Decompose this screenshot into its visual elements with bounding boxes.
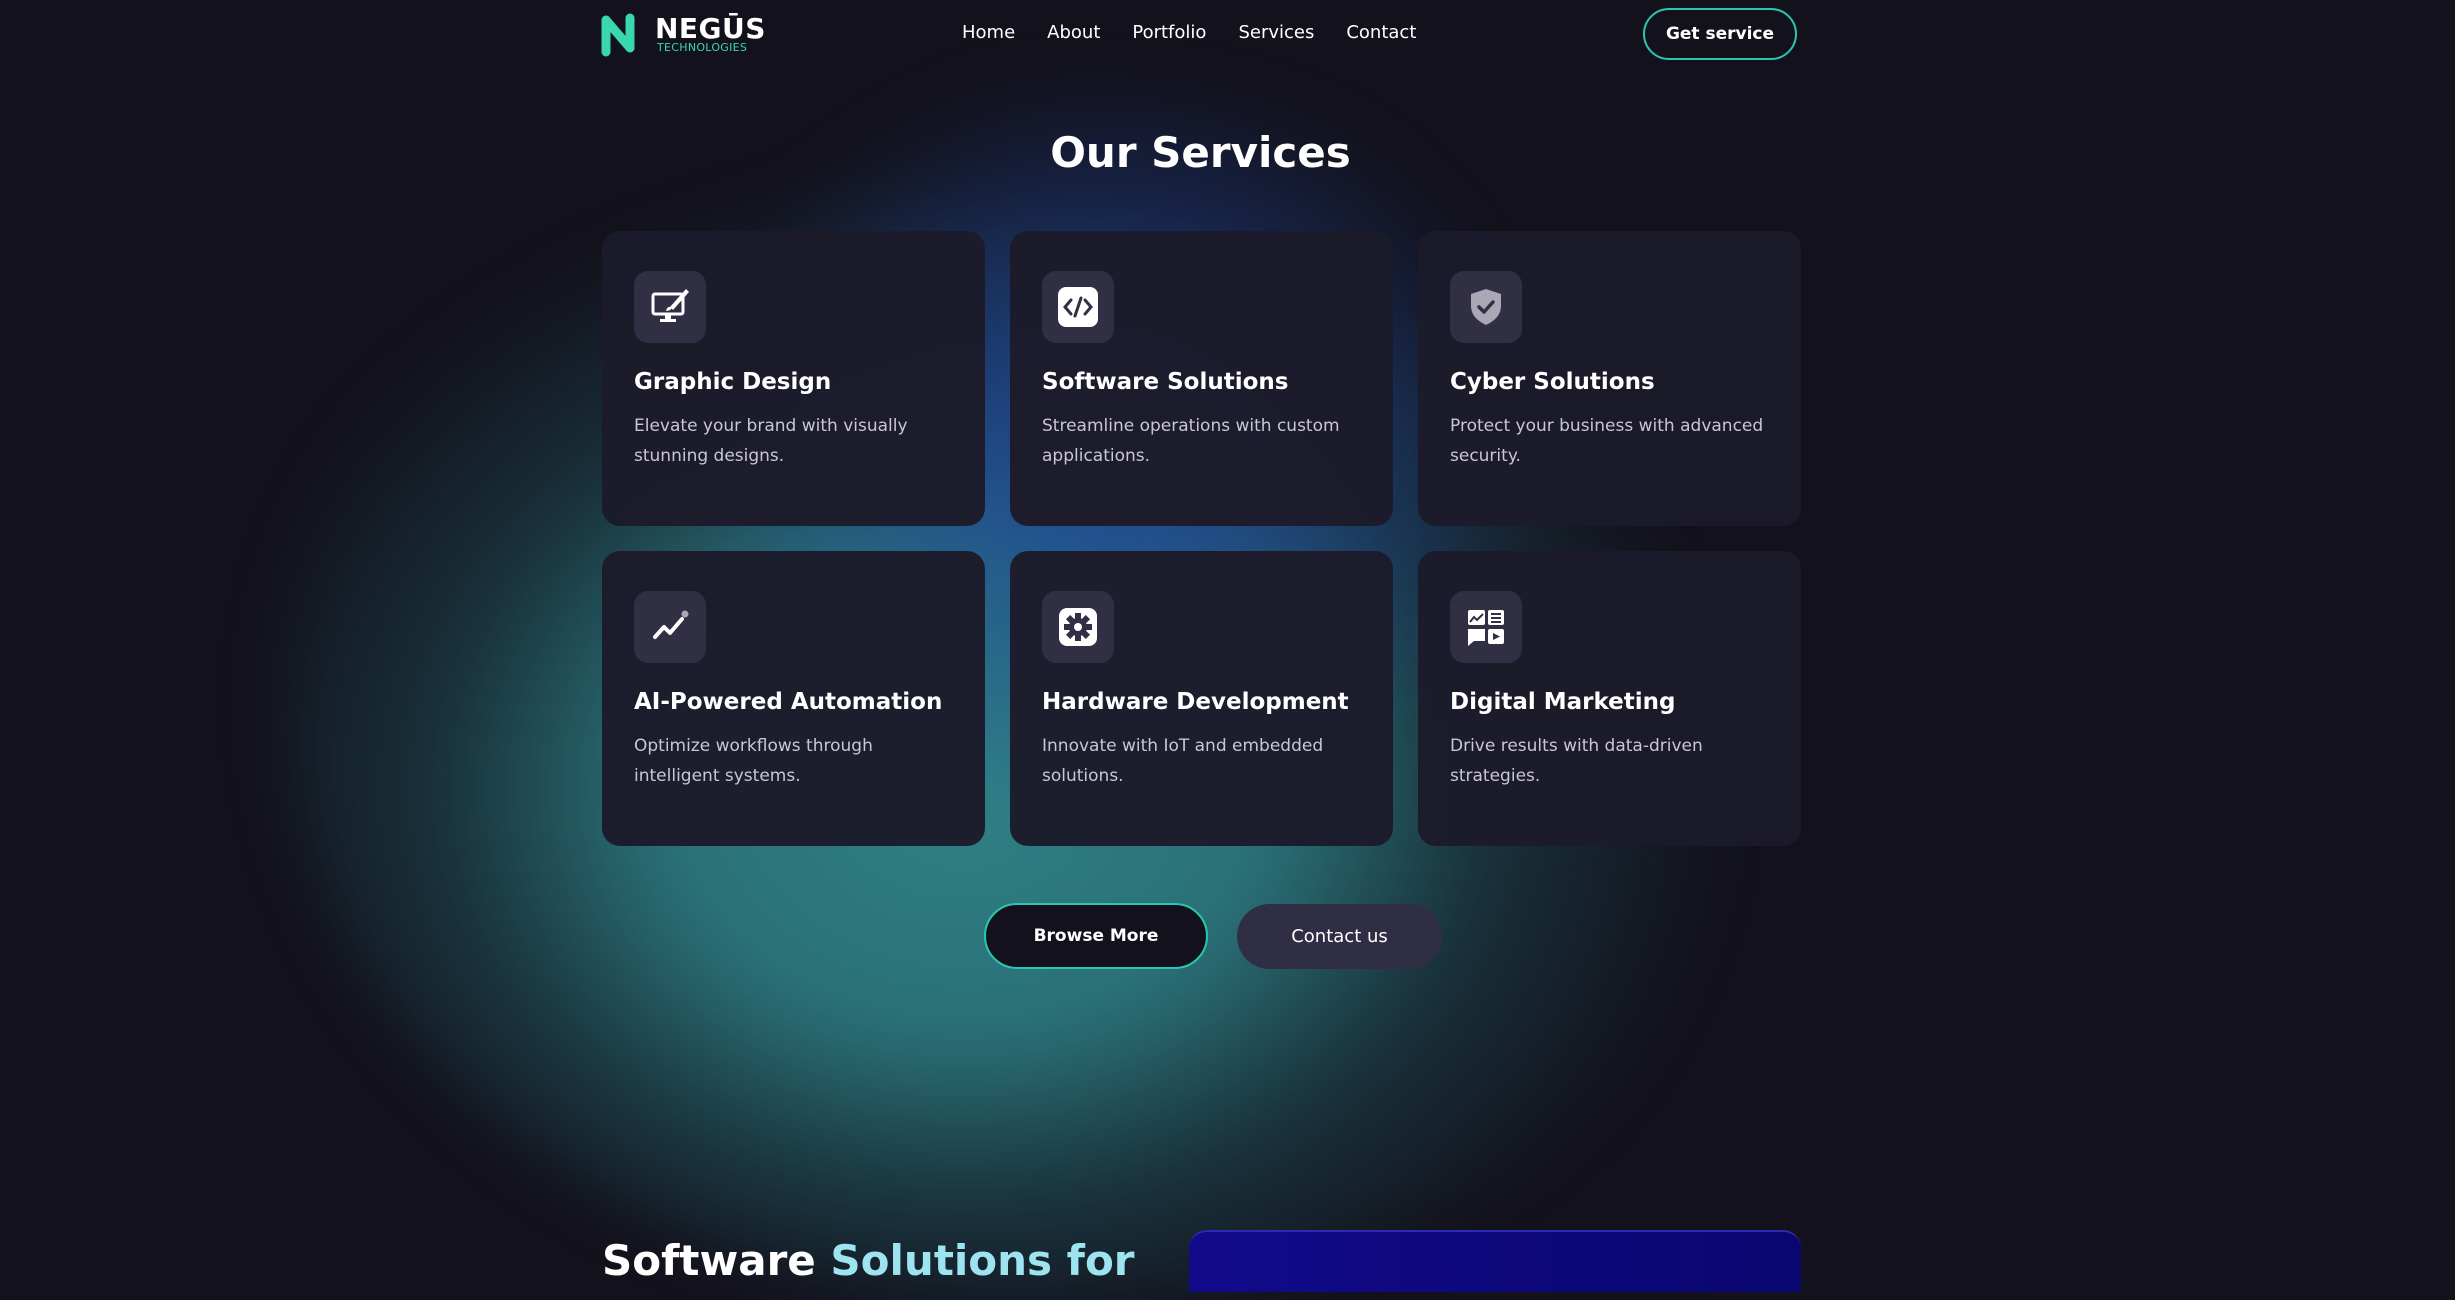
next-section-panel — [1189, 1230, 1801, 1292]
graphic-design-icon — [634, 271, 706, 343]
services-title: Our Services — [1050, 128, 1351, 177]
marketing-dashboard-icon — [1450, 591, 1522, 663]
nav-contact[interactable]: Contact — [1346, 22, 1416, 43]
card-description: Elevate your brand with visually stunnin… — [634, 416, 908, 466]
service-card-digital-marketing[interactable]: Digital Marketing Drive results with dat… — [1418, 551, 1801, 846]
next-section-heading: Software Solutions for — [602, 1236, 1135, 1285]
card-title: Graphic Design — [634, 369, 832, 395]
contact-us-button[interactable]: Contact us — [1237, 904, 1442, 969]
logo-subtitle: TECHNOLOGIES — [657, 41, 748, 54]
nav-portfolio[interactable]: Portfolio — [1132, 22, 1206, 43]
service-card-graphic-design[interactable]: Graphic Design Elevate your brand with v… — [602, 231, 985, 526]
service-card-hardware-development[interactable]: Hardware Development Innovate with IoT a… — [1010, 551, 1393, 846]
shield-check-icon — [1450, 271, 1522, 343]
card-title: AI-Powered Automation — [634, 689, 943, 715]
navbar: NEGŪS TECHNOLOGIES Home About Portfolio … — [0, 0, 2455, 70]
card-title: Cyber Solutions — [1450, 369, 1655, 395]
get-service-button[interactable]: Get service — [1643, 8, 1797, 60]
main-nav: Home About Portfolio Services Contact — [962, 22, 1448, 43]
card-title: Hardware Development — [1042, 689, 1349, 715]
service-card-cyber-solutions[interactable]: Cyber Solutions Protect your business wi… — [1418, 231, 1801, 526]
card-description: Streamline operations with custom applic… — [1042, 416, 1340, 466]
code-icon — [1042, 271, 1114, 343]
card-description: Protect your business with advanced secu… — [1450, 416, 1764, 466]
browse-more-button[interactable]: Browse More — [984, 903, 1208, 969]
card-title: Digital Marketing — [1450, 689, 1676, 715]
service-card-ai-automation[interactable]: AI-Powered Automation Optimize workflows… — [602, 551, 985, 846]
service-card-software-solutions[interactable]: Software Solutions Streamline operations… — [1010, 231, 1393, 526]
nav-services[interactable]: Services — [1238, 22, 1314, 43]
card-title: Software Solutions — [1042, 369, 1289, 395]
nav-home[interactable]: Home — [962, 22, 1015, 43]
next-heading-accent: Solutions for — [830, 1236, 1135, 1285]
gear-icon — [1042, 591, 1114, 663]
trend-line-icon — [634, 591, 706, 663]
card-description: Drive results with data-driven strategie… — [1450, 736, 1703, 786]
card-description: Innovate with IoT and embedded solutions… — [1042, 736, 1324, 786]
next-heading-text: Software — [602, 1236, 831, 1285]
logo-n-icon — [601, 13, 635, 57]
nav-about[interactable]: About — [1047, 22, 1100, 43]
logo[interactable]: NEGŪS TECHNOLOGIES — [600, 8, 765, 58]
card-description: Optimize workflows through intelligent s… — [634, 736, 873, 786]
